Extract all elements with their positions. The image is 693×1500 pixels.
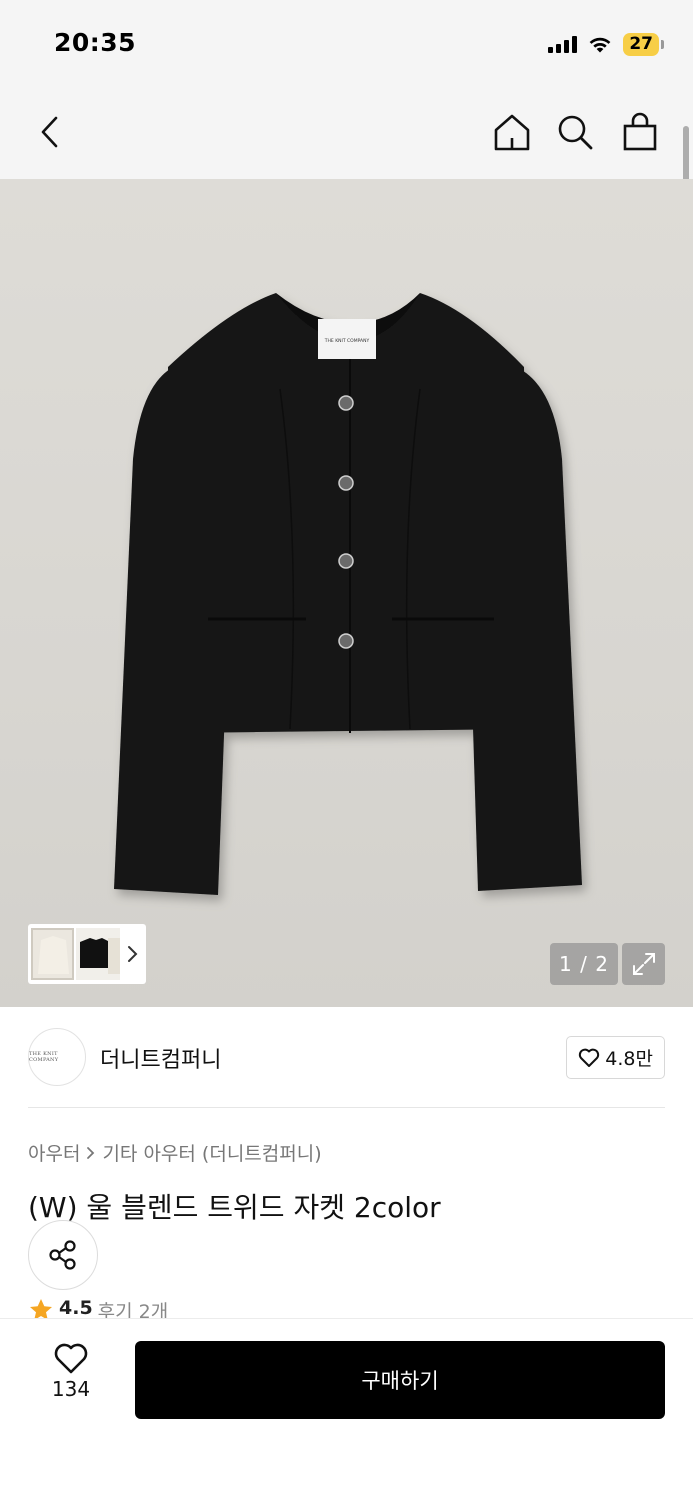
chevron-right-icon [87,1146,95,1159]
wifi-icon [589,37,611,53]
status-bar: 20:35 27 [0,0,693,90]
thumbnail-black[interactable] [76,928,120,980]
home-icon [494,114,530,151]
battery-indicator: 27 [623,32,664,56]
brand-logo[interactable]: THE KNIT COMPANY [28,1028,86,1086]
shopping-bag-icon [623,112,657,151]
heart-icon [579,1048,600,1067]
breadcrumb: 아우터 기타 아우터 (더니트컴퍼니) [28,1139,322,1166]
breadcrumb-subcategory[interactable]: 기타 아우터 (더니트컴퍼니) [102,1139,321,1166]
heart-icon [54,1343,88,1374]
bottom-action-bar: 134 구매하기 [0,1318,693,1500]
chevron-right-icon [128,946,138,962]
cellular-signal-icon [548,35,578,53]
buy-button[interactable]: 구매하기 [135,1341,665,1419]
status-time: 20:35 [54,28,137,57]
back-button[interactable] [26,108,74,156]
wishlist-button[interactable]: 134 [38,1343,104,1413]
brand-name[interactable]: 더니트컴퍼니 [100,1042,221,1074]
expand-icon [632,953,655,975]
image-page-indicator: 1 / 2 [550,943,618,985]
jacket-brand-label: THE KNIT COMPANY [324,338,370,344]
breadcrumb-category[interactable]: 아우터 [28,1139,80,1166]
chevron-left-icon [41,116,58,148]
search-icon [558,115,593,150]
top-nav-bar [0,90,693,179]
product-image-gallery[interactable]: THE KNIT COMPANY 1 / 2 [0,179,693,1007]
thumbnail-strip[interactable] [28,924,146,984]
rating-score: 4.5 [59,1297,93,1319]
wishlist-count: 134 [51,1377,91,1401]
cart-button[interactable] [616,108,664,156]
thumbnail-next-button[interactable] [122,928,143,980]
star-icon [30,1299,52,1319]
brand-like-button[interactable]: 4.8만 [566,1036,665,1079]
fullscreen-button[interactable] [622,943,665,985]
product-image-jacket: THE KNIT COMPANY [114,293,582,895]
brand-row: THE KNIT COMPANY 더니트컴퍼니 4.8만 [28,1028,665,1086]
brand-logo-text: THE KNIT COMPANY [29,1051,59,1063]
share-button[interactable] [28,1220,98,1290]
review-count[interactable]: 후기 2개 [98,1297,169,1319]
home-button[interactable] [488,108,536,156]
product-title: (W) 울 블렌드 트위드 자켓 2color [28,1191,441,1224]
brand-like-count: 4.8만 [605,1048,653,1070]
thumbnail-ivory[interactable] [31,928,75,980]
status-icons: 27 [548,30,664,58]
share-icon [49,1240,76,1270]
divider [28,1107,665,1108]
search-button[interactable] [551,108,599,156]
product-rating[interactable]: 4.5 후기 2개 [28,1297,168,1319]
